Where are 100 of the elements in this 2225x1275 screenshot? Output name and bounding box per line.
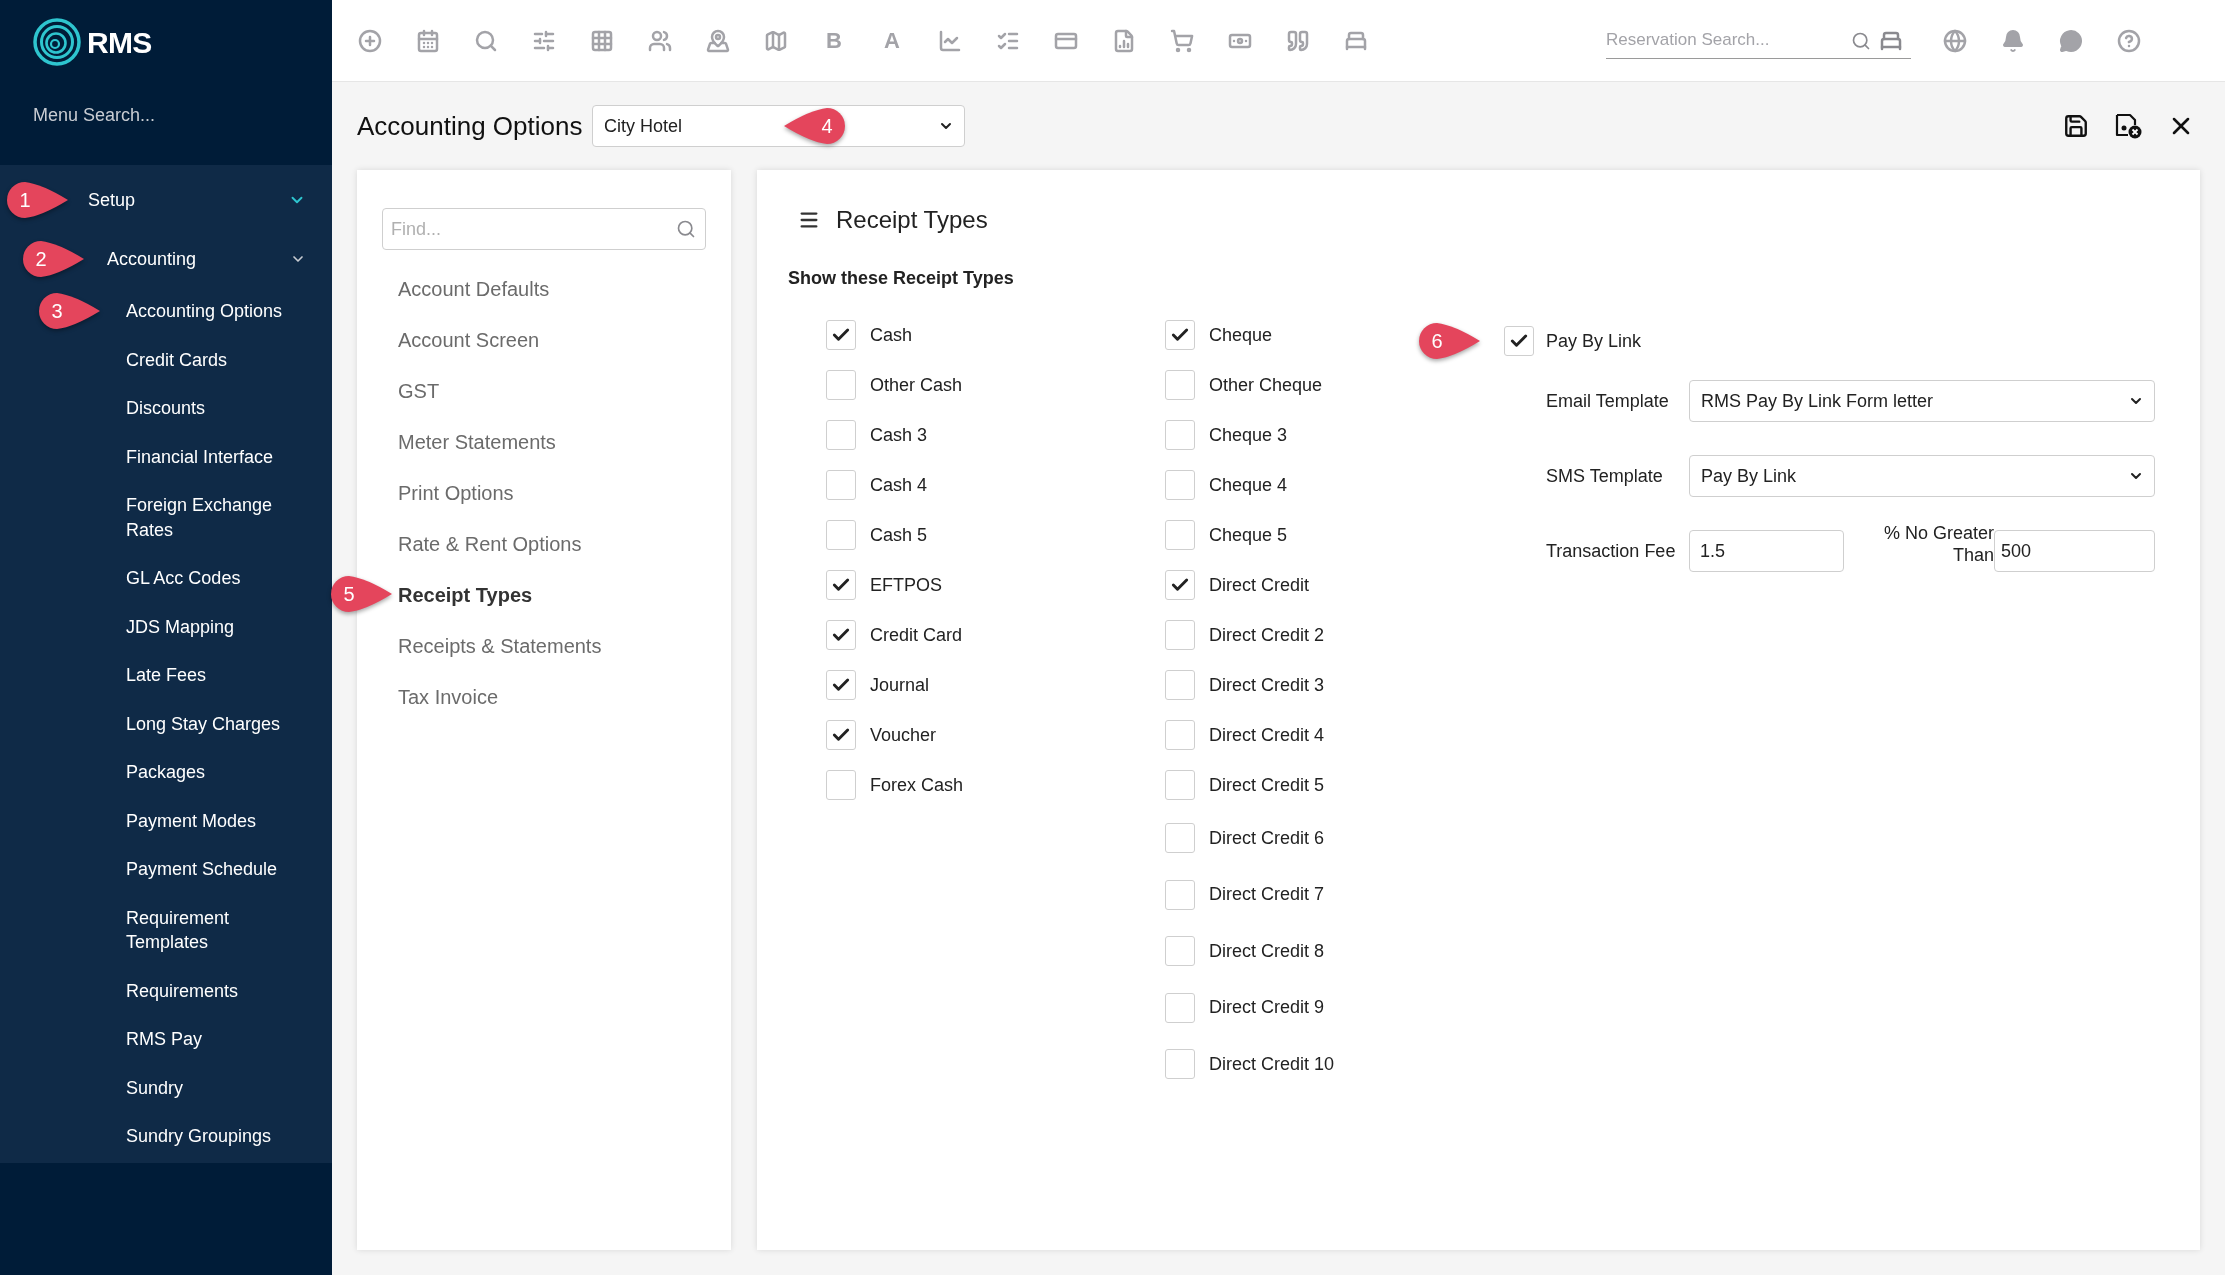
checkbox[interactable] [1165,879,1195,910]
quote-icon[interactable] [1286,28,1310,53]
checkbox-label: Cash 3 [870,423,928,447]
checkbox[interactable] [1165,320,1195,350]
sidebar-subitem[interactable]: Foreign Exchange Rates [126,493,306,542]
logo-icon [33,18,81,66]
checkbox-label: Journal [870,673,930,697]
chat-icon[interactable] [2059,28,2083,53]
checkbox[interactable] [1165,620,1195,650]
find-field[interactable]: Find... [382,208,706,250]
transaction-fee-input[interactable]: 1.5 [1689,530,1844,572]
cart-icon[interactable] [1170,28,1194,53]
search-icon[interactable] [1851,30,1871,51]
save-close-icon[interactable] [2113,112,2143,140]
calendar-icon[interactable] [416,28,440,53]
sidebar-subitem[interactable]: Discounts [126,396,306,421]
sidebar-subitem[interactable]: Requirements [126,978,306,1003]
checkbox[interactable] [1165,420,1195,450]
checkbox[interactable] [826,670,856,700]
options-nav-item[interactable]: Account Screen [398,324,540,355]
search-icon[interactable] [474,28,498,53]
checkbox[interactable] [1165,670,1195,700]
sms-template-select[interactable]: Pay By Link [1689,455,2155,497]
sidebar-subitem[interactable]: GL Acc Codes [126,566,306,591]
sidebar-subitem[interactable]: Accounting Options [126,299,306,324]
reservation-search-field[interactable]: Reservation Search... [1606,22,1911,59]
sidebar-subitem[interactable]: Payment Schedule [126,857,306,882]
sidebar-subitem[interactable]: Requirement Templates [126,905,306,955]
checkbox[interactable] [1165,720,1195,750]
checkbox[interactable] [1165,370,1195,400]
no-greater-than-input[interactable]: 500 [1994,530,2155,572]
email-template-select[interactable]: RMS Pay By Link Form letter [1689,380,2155,422]
sidebar-subitem[interactable]: Sundry Groupings [126,1124,306,1149]
callout-badge: 6 [1418,322,1482,360]
sidebar-subitem[interactable]: Late Fees [126,663,306,688]
sidebar-subitem[interactable]: RMS Pay [126,1027,306,1052]
menu-icon[interactable] [798,209,820,231]
sidebar-subitem[interactable]: Packages [126,760,306,785]
checkbox[interactable] [826,620,856,650]
checkbox[interactable] [1165,936,1195,967]
checkbox[interactable] [1165,570,1195,600]
options-nav-item[interactable]: Receipt Types [398,579,533,610]
field-label: Email Template [1546,389,1670,413]
checkbox[interactable] [1504,326,1534,356]
page-title: Accounting Options [357,109,584,143]
bell-icon[interactable] [2001,28,2025,53]
checkbox[interactable] [826,520,856,550]
checkbox[interactable] [1165,1049,1195,1080]
map-pin-icon[interactable] [706,28,730,53]
checkbox[interactable] [1165,470,1195,500]
sidebar-subitem[interactable]: Long Stay Charges [126,711,306,736]
checkbox[interactable] [1165,520,1195,550]
plus-circle-icon[interactable] [358,28,382,53]
checkbox[interactable] [826,320,856,350]
map-icon[interactable] [764,28,788,53]
sidebar-subitem[interactable]: JDS Mapping [126,614,306,639]
sliders-icon[interactable] [532,28,556,53]
checkbox[interactable] [826,420,856,450]
search-icon[interactable] [676,219,696,239]
checkbox-label: Forex Cash [870,773,964,797]
checkbox[interactable] [826,370,856,400]
sidebar-item[interactable]: 2 Accounting [0,231,332,287]
options-nav-item[interactable]: GST [398,375,440,406]
file-chart-icon[interactable] [1112,28,1136,53]
callout-badge: 2 [22,240,86,278]
checkbox-label: Other Cash [870,373,963,397]
options-nav-item[interactable]: Meter Statements [398,426,556,457]
field-label: % No Greater Than [1882,522,1994,566]
grid-icon[interactable] [590,28,614,53]
checkbox[interactable] [826,570,856,600]
sidebar-subitem[interactable]: Payment Modes [126,808,306,833]
checkbox[interactable] [1165,992,1195,1023]
sidebar-subitem[interactable]: Credit Cards [126,347,306,372]
checkbox-label: Direct Credit 5 [1209,773,1325,797]
sidebar-item[interactable]: 1 Setup [0,169,332,231]
options-nav-item[interactable]: Tax Invoice [398,681,499,712]
options-nav-item[interactable]: Receipts & Statements [398,630,602,661]
checkbox-label: Credit Card [870,623,963,647]
field-label: SMS Template [1546,464,1664,488]
checkbox[interactable] [826,720,856,750]
checkbox[interactable] [1165,770,1195,800]
checkbox-label: Voucher [870,723,937,747]
menu-search-field[interactable]: Menu Search... [33,102,293,129]
checkbox-label: Cash [870,323,913,347]
options-nav-item[interactable]: Rate & Rent Options [398,528,582,559]
callout-badge: 1 [6,181,70,219]
users-icon[interactable] [648,28,672,53]
sidebar-subitem[interactable]: Sundry [126,1075,306,1100]
checkbox-label: Cheque 4 [1209,473,1288,497]
globe-icon[interactable] [1943,28,1967,53]
options-nav-item[interactable]: Print Options [398,477,514,508]
checkbox[interactable] [826,770,856,800]
line-chart-icon[interactable] [938,28,962,53]
save-icon[interactable] [2063,113,2089,139]
checkbox-label: Cheque 3 [1209,423,1288,447]
options-nav-item[interactable]: Account Defaults [398,273,550,304]
help-icon[interactable] [2117,28,2141,53]
checkbox[interactable] [826,470,856,500]
sidebar-subitem[interactable]: Financial Interface [126,444,306,469]
checkbox[interactable] [1165,823,1195,854]
